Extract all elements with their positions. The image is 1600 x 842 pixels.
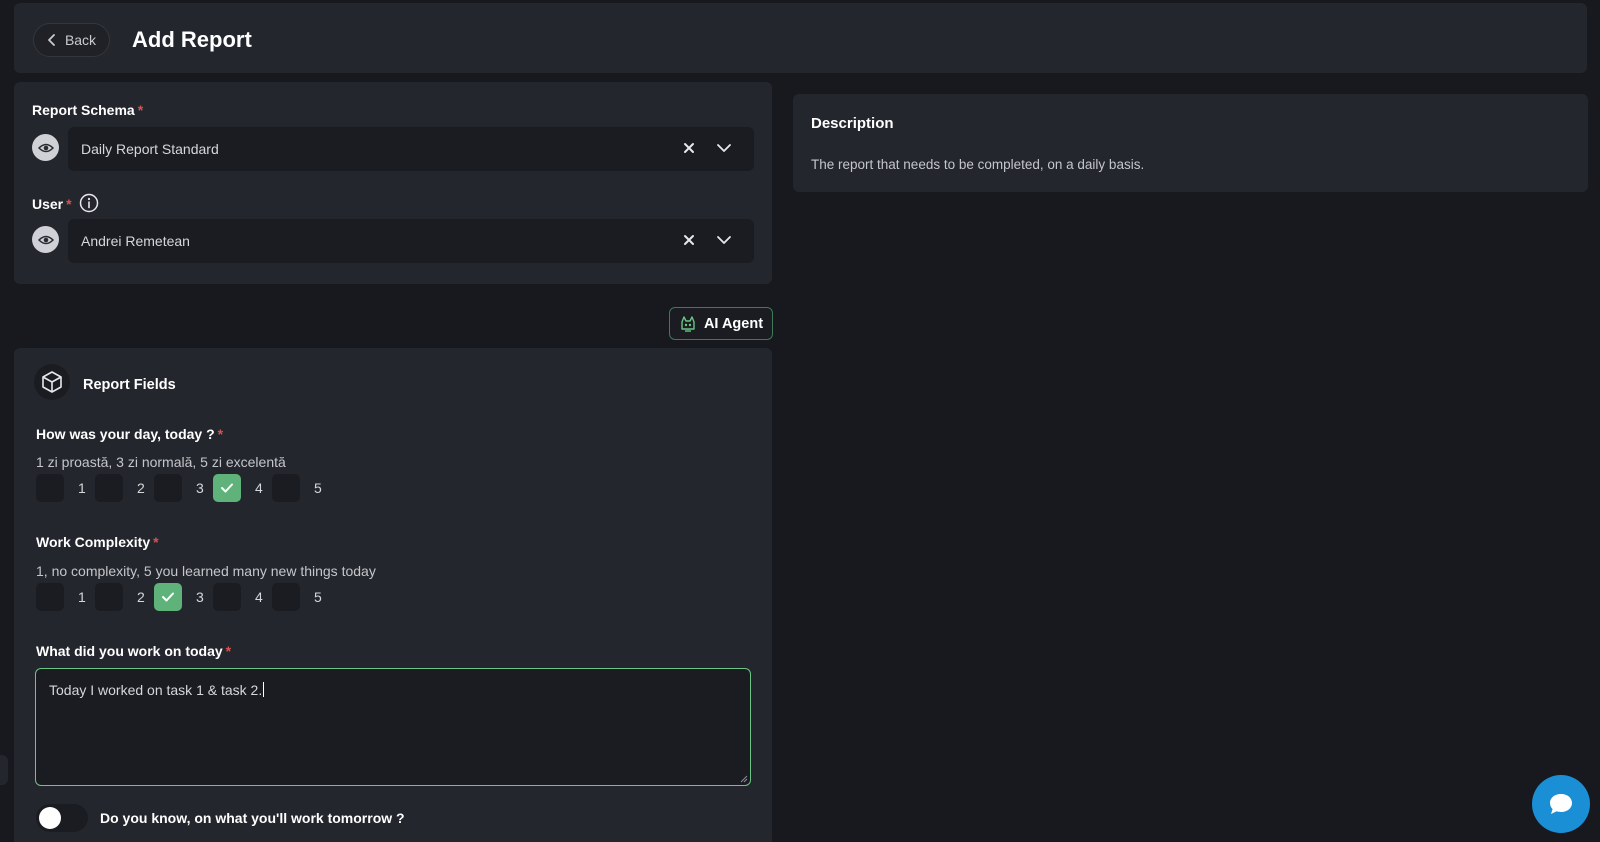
day-rating-option-2[interactable] [95, 474, 123, 502]
day-rating-number: 4 [255, 480, 263, 496]
report-schema-value: Daily Report Standard [81, 141, 219, 157]
complexity-rating-option-4[interactable] [213, 583, 241, 611]
page-title: Add Report [132, 27, 252, 52]
back-label: Back [64, 32, 97, 48]
complexity-rating-option-1[interactable] [36, 583, 64, 611]
info-icon[interactable] [79, 193, 99, 213]
tomorrow-toggle-label: Do you know, on what you'll work tomorro… [100, 810, 405, 826]
user-value: Andrei Remetean [81, 233, 190, 249]
checkmark-icon [221, 483, 233, 493]
chevron-down-icon[interactable] [716, 233, 732, 247]
work-today-label: What did you work on today * [36, 643, 232, 659]
robot-icon [681, 315, 695, 332]
close-icon[interactable] [681, 232, 697, 248]
complexity-rating-option-5[interactable] [272, 583, 300, 611]
description-panel: Description The report that needs to be … [793, 94, 1588, 192]
chat-bubble-icon [1550, 794, 1572, 814]
description-text: The report that needs to be completed, o… [811, 157, 1145, 172]
report-config-panel: Report Schema * Daily Report Standard Use… [14, 82, 772, 284]
user-label: User * [32, 196, 72, 212]
ai-agent-label: AI Agent [703, 315, 764, 332]
user-preview-button[interactable] [32, 226, 59, 253]
description-title: Description [811, 115, 894, 132]
question-day-help: 1 zi proastă, 3 zi normală, 5 zi excelen… [36, 454, 286, 470]
complexity-rating-number: 3 [196, 589, 204, 605]
required-mark: * [66, 196, 72, 212]
toggle-knob [39, 807, 61, 829]
complexity-rating-number: 1 [78, 589, 86, 605]
day-rating-option-4[interactable] [213, 474, 241, 502]
chevron-left-icon [48, 34, 55, 46]
day-rating-option-5[interactable] [272, 474, 300, 502]
complexity-rating-number: 4 [255, 589, 263, 605]
complexity-rating-option-2[interactable] [95, 583, 123, 611]
user-select[interactable]: Andrei Remetean [68, 219, 754, 263]
back-button[interactable]: Back [33, 23, 110, 57]
report-schema-label: Report Schema * [32, 102, 144, 118]
work-today-value: Today I worked on task 1 & task 2. [49, 682, 263, 698]
required-mark: * [217, 426, 224, 442]
question-complexity-label: Work Complexity * [36, 534, 159, 550]
question-day-label: How was your day, today ? * [36, 426, 224, 442]
day-rating-number: 5 [314, 480, 322, 496]
work-today-textarea[interactable]: Today I worked on task 1 & task 2. [35, 668, 751, 786]
chevron-down-icon[interactable] [716, 141, 732, 155]
report-fields-title: Report Fields [83, 377, 176, 393]
day-rating-option-3[interactable] [154, 474, 182, 502]
eye-icon [37, 235, 54, 244]
complexity-rating-option-3[interactable] [154, 583, 182, 611]
checkmark-icon [162, 592, 174, 602]
required-mark: * [153, 534, 159, 550]
day-rating-option-1[interactable] [36, 474, 64, 502]
fields-icon-wrap [34, 364, 70, 400]
tomorrow-toggle[interactable] [36, 804, 88, 832]
complexity-rating-number: 2 [137, 589, 145, 605]
required-mark: * [225, 643, 232, 659]
resize-handle-icon[interactable] [740, 775, 748, 783]
eye-icon [37, 143, 54, 152]
schema-preview-button[interactable] [32, 134, 59, 161]
sidebar-collapse-handle[interactable] [0, 755, 8, 785]
day-rating-number: 1 [78, 480, 86, 496]
day-rating-number: 2 [137, 480, 145, 496]
question-complexity-help: 1, no complexity, 5 you learned many new… [36, 563, 376, 579]
text-caret [263, 682, 265, 697]
chat-button[interactable] [1532, 775, 1590, 833]
complexity-rating-number: 5 [314, 589, 322, 605]
required-mark: * [137, 102, 144, 118]
day-rating-number: 3 [196, 480, 204, 496]
close-icon[interactable] [681, 140, 697, 156]
cube-icon [42, 371, 62, 393]
report-fields-panel: Report Fields How was your day, today ? *… [14, 348, 772, 842]
report-schema-select[interactable]: Daily Report Standard [68, 127, 754, 171]
ai-agent-button[interactable]: AI Agent [669, 307, 773, 340]
page-header: Back Add Report [14, 3, 1587, 73]
